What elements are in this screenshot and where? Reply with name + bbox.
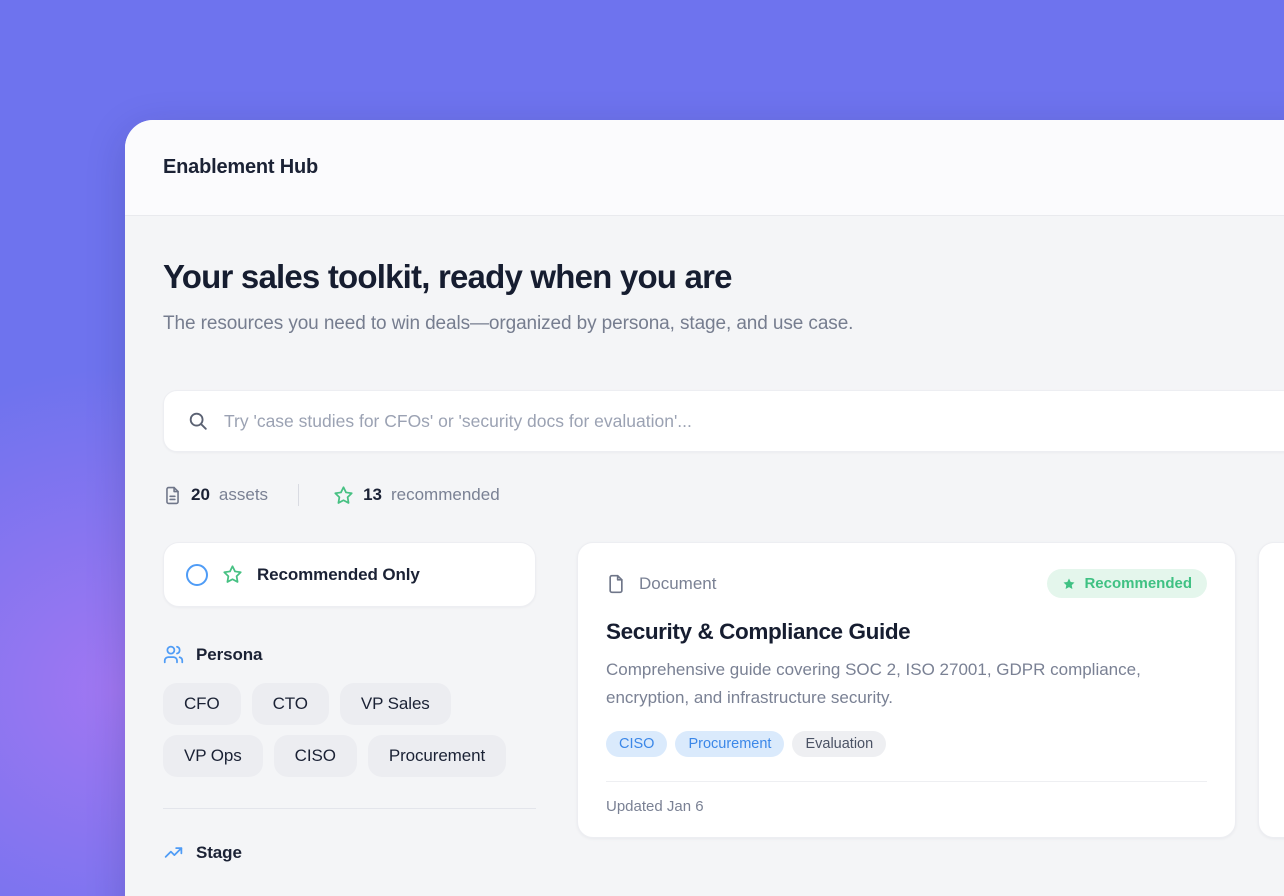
search-icon	[187, 410, 209, 432]
recommended-only-toggle[interactable]: Recommended Only	[163, 542, 536, 607]
tag-evaluation[interactable]: Evaluation	[792, 731, 886, 757]
page-subtitle: The resources you need to win deals—orga…	[163, 304, 983, 344]
persona-chip-ciso[interactable]: CISO	[274, 735, 357, 777]
card-top-row: Document Recommended	[606, 569, 1207, 598]
recommended-badge: Recommended	[1047, 569, 1207, 598]
stage-section-header: Stage	[163, 842, 536, 863]
card-tags: CISO Procurement Evaluation	[606, 731, 1207, 757]
file-text-icon	[163, 486, 182, 505]
trending-up-icon	[163, 842, 184, 863]
card-description: Comprehensive guide covering SOC 2, ISO …	[606, 656, 1196, 712]
persona-chips: CFO CTO VP Sales VP Ops CISO Procurement	[163, 683, 536, 777]
assets-count: 20	[191, 485, 210, 505]
app-title: Enablement Hub	[163, 156, 318, 179]
recommended-count: 13	[363, 485, 382, 505]
search-input[interactable]	[224, 411, 1284, 432]
tag-procurement[interactable]: Procurement	[675, 731, 784, 757]
sidebar-divider	[163, 808, 536, 809]
main-grid: Recommended Only Persona	[163, 542, 1284, 863]
assets-stat: 20 assets	[163, 485, 268, 505]
window-header: Enablement Hub	[125, 120, 1284, 216]
star-outline-icon	[222, 564, 243, 585]
persona-chip-cfo[interactable]: CFO	[163, 683, 241, 725]
filters-sidebar: Recommended Only Persona	[163, 542, 536, 863]
star-filled-icon	[1062, 577, 1076, 591]
card-type-label: Document	[639, 574, 716, 594]
recommended-only-label: Recommended Only	[257, 565, 420, 585]
stats-row: 20 assets 13 recommended	[163, 484, 1284, 506]
star-outline-icon	[333, 485, 354, 506]
radio-unchecked-icon[interactable]	[186, 564, 208, 586]
recommended-badge-label: Recommended	[1084, 575, 1192, 592]
persona-chip-cto[interactable]: CTO	[252, 683, 329, 725]
persona-section-title: Persona	[196, 645, 262, 665]
stage-section-title: Stage	[196, 843, 242, 863]
recommended-label: recommended	[391, 485, 500, 505]
persona-chip-procurement[interactable]: Procurement	[368, 735, 506, 777]
assets-label: assets	[219, 485, 268, 505]
file-icon	[606, 574, 626, 594]
asset-cards: Document Recommended	[577, 542, 1284, 838]
users-icon	[163, 644, 184, 665]
persona-chip-vp-ops[interactable]: VP Ops	[163, 735, 263, 777]
persona-chip-vp-sales[interactable]: VP Sales	[340, 683, 451, 725]
stats-divider	[298, 484, 299, 506]
main-content: Your sales toolkit, ready when you are T…	[125, 258, 1284, 863]
card-updated-date: Updated Jan 6	[606, 781, 1207, 837]
page-title: Your sales toolkit, ready when you are	[163, 258, 1284, 296]
asset-card-clipped[interactable]	[1258, 542, 1284, 838]
search-bar[interactable]	[163, 390, 1284, 452]
desktop-background: Enablement Hub Your sales toolkit, ready…	[0, 0, 1284, 896]
persona-section-header: Persona	[163, 644, 536, 665]
asset-card-security-compliance-guide[interactable]: Document Recommended	[577, 542, 1236, 838]
recommended-stat: 13 recommended	[333, 485, 500, 506]
card-title: Security & Compliance Guide	[606, 619, 1207, 645]
enablement-hub-window: Enablement Hub Your sales toolkit, ready…	[125, 120, 1284, 896]
card-type: Document	[606, 574, 716, 594]
tag-ciso[interactable]: CISO	[606, 731, 667, 757]
